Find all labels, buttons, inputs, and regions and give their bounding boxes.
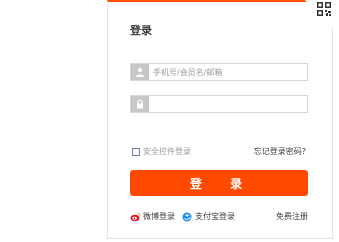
alipay-login-link[interactable]: 支付宝登录 xyxy=(182,211,235,222)
weibo-login-link[interactable]: 微博登录 xyxy=(130,211,175,222)
login-title: 登录 xyxy=(130,24,152,37)
safe-control-label: 安全控件登录 xyxy=(143,147,191,156)
password-input[interactable] xyxy=(153,96,303,112)
forgot-password-link[interactable]: 忘记登录密码? xyxy=(254,146,306,157)
username-field[interactable] xyxy=(130,63,308,81)
login-panel: 登录 安全控件登录 忘记登录密码? 登 录 xyxy=(107,0,333,239)
safe-control-checkbox[interactable]: 安全控件登录 xyxy=(132,146,191,157)
username-input[interactable] xyxy=(153,64,303,80)
checkbox-box[interactable] xyxy=(132,147,140,156)
alipay-login-label: 支付宝登录 xyxy=(195,212,235,221)
password-field[interactable] xyxy=(130,95,308,113)
alipay-icon xyxy=(182,212,192,221)
weibo-icon xyxy=(130,212,141,221)
lock-icon xyxy=(131,96,149,112)
weibo-login-label: 微博登录 xyxy=(143,212,175,221)
user-icon xyxy=(131,64,149,80)
login-button[interactable]: 登 录 xyxy=(130,170,308,196)
register-link[interactable]: 免费注册 xyxy=(276,211,308,222)
qr-code-icon[interactable] xyxy=(305,0,333,28)
